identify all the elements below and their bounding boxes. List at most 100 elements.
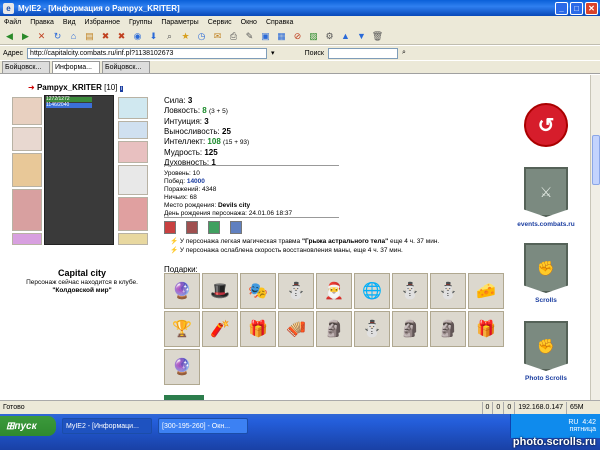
gift-item[interactable]: 🔮	[164, 349, 200, 385]
photo-scrolls-banner-icon[interactable]: ✊	[524, 321, 568, 371]
settings-icon[interactable]: ⚙	[323, 30, 336, 43]
trash-icon[interactable]: 🗑	[371, 30, 384, 43]
gift-item[interactable]: 🗿	[430, 311, 466, 347]
gift-item[interactable]: 🎭	[240, 273, 276, 309]
helmet-slot[interactable]	[12, 97, 42, 125]
gift-item[interactable]: ⛄	[278, 273, 314, 309]
status-bar: Готово 0 0 0 192.168.0.147 65M	[0, 400, 600, 414]
search-icon[interactable]: ⌕	[163, 30, 176, 43]
weapon-slot[interactable]	[12, 153, 42, 187]
clock-time[interactable]: 4:42	[582, 419, 596, 426]
belt-slot[interactable]	[12, 233, 42, 245]
start-button[interactable]: ⊞ пуск	[0, 416, 56, 436]
club-name: "Колдовской мир"	[52, 287, 112, 294]
menu-groups[interactable]: Группы	[129, 19, 152, 26]
window-titlebar[interactable]: e MyIE2 - [Информация о Pampyx_KRITER] _…	[0, 0, 600, 16]
gloves-slot[interactable]	[118, 141, 148, 163]
gift-item[interactable]: 🎩	[202, 273, 238, 309]
shield-slot[interactable]	[118, 165, 148, 195]
tab-combats-1[interactable]: Бойцовск...	[2, 61, 50, 73]
gift-item[interactable]: 🎁	[240, 311, 276, 347]
scrolls-link[interactable]: Scrolls	[506, 297, 586, 304]
gift-item[interactable]: 🌐	[354, 273, 390, 309]
menu-view[interactable]: Вид	[63, 19, 76, 26]
info-wins: Побед: 14000	[164, 178, 205, 185]
gift-item[interactable]: 🪗	[278, 311, 314, 347]
go-button[interactable]: ▾	[271, 49, 275, 57]
info-losses: Поражений: 4348	[164, 186, 217, 193]
menu-options[interactable]: Параметры	[161, 19, 198, 26]
menu-window[interactable]: Окно	[241, 19, 257, 26]
edit-icon[interactable]: ✎	[243, 30, 256, 43]
refresh-icon[interactable]: ↻	[51, 30, 64, 43]
mail-icon[interactable]: ✉	[211, 30, 224, 43]
stop-icon[interactable]: ✕	[35, 30, 48, 43]
combats-logo-icon[interactable]: ↺	[524, 103, 568, 147]
gift-item[interactable]: 🎁	[468, 311, 504, 347]
close-all-icon[interactable]: ✖	[115, 30, 128, 43]
window-icon[interactable]: ▣	[259, 30, 272, 43]
watermark: photo.scrolls.ru	[512, 436, 596, 448]
folder-icon[interactable]: ▤	[83, 30, 96, 43]
favorites-star-icon[interactable]: ★	[179, 30, 192, 43]
effect-icon[interactable]	[186, 221, 198, 234]
armor-slot[interactable]	[12, 189, 42, 231]
bracer-slot[interactable]	[12, 127, 42, 151]
effect-icon[interactable]	[230, 221, 242, 234]
events-link[interactable]: events.combats.ru	[506, 221, 586, 228]
events-banner-icon[interactable]: ⚔	[524, 167, 568, 217]
private-arrow-icon[interactable]: ➜	[28, 83, 35, 92]
globe-icon[interactable]: ◉	[131, 30, 144, 43]
effect-icon[interactable]	[164, 221, 176, 234]
image-icon[interactable]: ▨	[307, 30, 320, 43]
scrollbar-thumb[interactable]	[592, 135, 600, 185]
gift-item[interactable]: 🔮	[164, 273, 200, 309]
gift-item[interactable]: 🏆	[164, 311, 200, 347]
gift-item[interactable]: 🧀	[468, 273, 504, 309]
pants-slot[interactable]	[118, 197, 148, 231]
gift-item[interactable]: 🎅	[316, 273, 352, 309]
scrolls-banner-icon[interactable]: ✊	[524, 243, 568, 293]
gift-item[interactable]: ⛄	[354, 311, 390, 347]
address-input[interactable]: http://capitalcity.combats.ru/inf.pl?113…	[27, 47, 268, 59]
earrings-slot[interactable]	[118, 97, 148, 119]
stat-strength: Сила: 3	[164, 96, 193, 105]
tab-combats-2[interactable]: Бойцовск...	[102, 61, 150, 73]
gift-item[interactable]: 🗿	[316, 311, 352, 347]
menu-tools[interactable]: Сервис	[208, 19, 232, 26]
task-myie2[interactable]: MyIE2 - [Информаци...	[62, 418, 152, 434]
home-icon[interactable]: ⌂	[67, 30, 80, 43]
tile-icon[interactable]: ▦	[275, 30, 288, 43]
menu-favorites[interactable]: Избранное	[85, 19, 120, 26]
search-input[interactable]	[327, 47, 398, 59]
vertical-scrollbar[interactable]	[590, 75, 600, 400]
language-indicator[interactable]: RU	[568, 419, 578, 426]
boots-slot[interactable]	[118, 233, 148, 245]
minimize-button[interactable]: _	[555, 1, 568, 15]
gift-item[interactable]: ⛄	[392, 273, 428, 309]
print-icon[interactable]: ⎙	[227, 30, 240, 43]
popup-block-icon[interactable]: ⊘	[291, 30, 304, 43]
photo-scrolls-link[interactable]: Photo Scrolls	[506, 375, 586, 382]
menu-help[interactable]: Справка	[266, 19, 293, 26]
forward-icon[interactable]: ▶	[19, 30, 32, 43]
back-icon[interactable]: ◀	[3, 30, 16, 43]
gift-item[interactable]: 🗿	[392, 311, 428, 347]
menu-edit[interactable]: Правка	[30, 19, 54, 26]
history-icon[interactable]: ◷	[195, 30, 208, 43]
arrow-up-icon[interactable]: ▲	[339, 30, 352, 43]
rings-slot[interactable]	[118, 121, 148, 139]
download-icon[interactable]: ⬇	[147, 30, 160, 43]
close-tab-icon[interactable]: ✖	[99, 30, 112, 43]
task-window[interactable]: [300-195-260] - Окн...	[158, 418, 248, 434]
arrow-down-icon[interactable]: ▼	[355, 30, 368, 43]
search-go-icon[interactable]: ⌕	[402, 49, 406, 57]
menu-file[interactable]: Файл	[4, 19, 21, 26]
tab-info[interactable]: Информа...	[52, 61, 100, 73]
maximize-button[interactable]: □	[570, 1, 583, 15]
info-icon[interactable]: i	[119, 86, 124, 92]
effect-icon[interactable]	[208, 221, 220, 234]
close-button[interactable]: ✕	[585, 1, 598, 15]
gift-item[interactable]: 🧨	[202, 311, 238, 347]
gift-item[interactable]: ⛄	[430, 273, 466, 309]
